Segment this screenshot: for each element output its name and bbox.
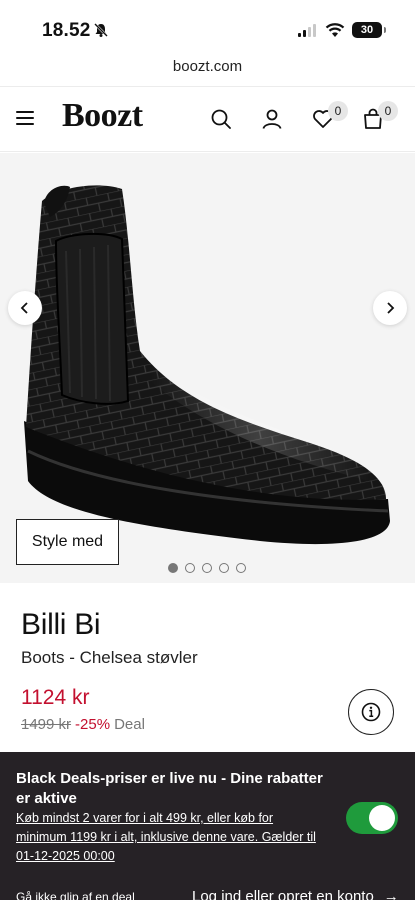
banner-title: Black Deals-priser er live nu - Dine rab… — [16, 770, 323, 807]
arrow-right-icon: → — [383, 888, 399, 900]
wishlist-count-badge: 0 — [328, 101, 348, 121]
product-price: 1124 kr — [21, 686, 90, 709]
pagination-dot[interactable] — [236, 563, 246, 573]
bell-muted-icon — [94, 23, 108, 37]
deal-label: Deal — [114, 716, 145, 733]
next-image-button[interactable] — [373, 291, 407, 325]
style-with-button[interactable]: Style med — [16, 519, 119, 565]
info-icon — [361, 702, 381, 722]
status-bar: 18.52 30 — [0, 0, 415, 58]
url-text: boozt.com — [172, 58, 243, 75]
url-bar[interactable]: boozt.com — [0, 58, 415, 84]
banner-footer-text: Gå ikke glip af en deal — [16, 890, 135, 900]
menu-icon[interactable] — [16, 111, 34, 125]
wifi-icon — [325, 23, 345, 37]
product-category: Boots - Chelsea støvler — [21, 648, 198, 667]
chevron-left-icon — [20, 302, 28, 314]
original-price: 1499 kr — [21, 716, 72, 733]
pagination-dot[interactable] — [168, 563, 178, 573]
boozt-logo[interactable]: Boozt — [62, 97, 143, 135]
login-link-label: Log ind eller opret en konto — [192, 888, 374, 900]
cart-count-badge: 0 — [378, 101, 398, 121]
pagination-dot[interactable] — [202, 563, 212, 573]
banner-terms-link[interactable]: Køb mindst 2 varer for i alt 499 kr, ell… — [16, 809, 321, 866]
login-link[interactable]: Log ind eller opret en konto → — [192, 888, 399, 900]
chevron-right-icon — [387, 302, 395, 314]
battery-level: 30 — [360, 24, 374, 36]
product-gallery[interactable]: Style med — [0, 153, 415, 583]
search-icon[interactable] — [209, 107, 233, 131]
pagination-dot[interactable] — [185, 563, 195, 573]
price-info-button[interactable] — [348, 689, 394, 735]
cellular-signal-icon — [298, 24, 316, 37]
discount-percent: -25% — [75, 716, 111, 733]
deals-toggle[interactable] — [346, 802, 398, 834]
gallery-pagination — [168, 563, 246, 573]
battery-icon: 30 — [352, 22, 386, 38]
product-image — [24, 185, 390, 551]
price-details: 1499 kr -25% Deal — [21, 716, 145, 733]
site-header: Boozt 0 0 — [0, 86, 415, 152]
previous-image-button[interactable] — [8, 291, 42, 325]
product-brand[interactable]: Billi Bi — [21, 608, 101, 642]
pagination-dot[interactable] — [219, 563, 229, 573]
black-deals-banner: Black Deals-priser er live nu - Dine rab… — [0, 752, 415, 900]
account-icon[interactable] — [260, 107, 284, 131]
status-time: 18.52 — [42, 20, 91, 41]
